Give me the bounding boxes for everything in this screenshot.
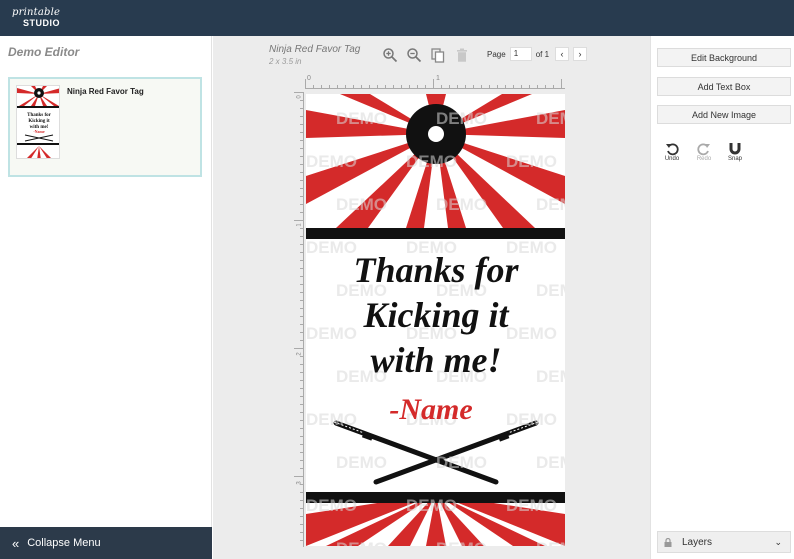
watermark-text: DEMO [306, 152, 357, 171]
watermark-text: DEMO [336, 109, 387, 128]
redo-button[interactable]: Redo [692, 142, 716, 162]
chevron-down-icon: ⌄ [774, 536, 782, 547]
delete-button[interactable] [453, 46, 471, 64]
watermark-text: DEMO [536, 281, 565, 300]
editor-title: Demo Editor [8, 45, 80, 59]
page-navigator: Page 1 of 1 ‹ › [487, 47, 588, 61]
duplicate-button[interactable] [429, 46, 447, 64]
ruler-label-0: 0 [307, 75, 311, 82]
collapse-menu-button[interactable]: « Collapse Menu [0, 527, 212, 559]
ruler-horizontal: 0 1 [305, 75, 565, 89]
top-bar: printable STUDIO [0, 0, 794, 36]
headline-line-1[interactable]: Thanks for [353, 250, 519, 290]
watermark-text: DEMO [336, 195, 387, 214]
watermark-text: DEMO [436, 453, 487, 472]
zoom-out-button[interactable] [405, 46, 423, 64]
ruler-vlabel-2: 2 [296, 352, 303, 356]
watermark-text: DEMO [506, 324, 557, 343]
svg-text:-Name: -Name [33, 129, 45, 134]
snap-label: Snap [727, 156, 742, 162]
watermark-text: DEMO [336, 453, 387, 472]
document-title: Ninja Red Favor Tag [269, 44, 361, 55]
name-text[interactable]: -Name [389, 393, 472, 426]
layers-label: Layers [682, 536, 713, 548]
redo-icon [692, 142, 716, 156]
page-thumbnail: Thanks for Kicking it with me! -Name [16, 85, 60, 159]
left-panel: Demo Editor Thanks for Kicking it with m… [0, 36, 212, 559]
canvas-area: Ninja Red Favor Tag 2 x 3.5 in Page 1 of… [213, 36, 650, 559]
snap-button[interactable]: Snap [723, 142, 747, 162]
watermark-text: DEMO [436, 539, 487, 546]
add-text-box-button[interactable]: Add Text Box [657, 77, 791, 96]
watermark-text: DEMO [536, 453, 565, 472]
zoom-out-icon [407, 48, 422, 63]
ruler-vlabel-1: 1 [296, 223, 303, 227]
watermark-text: DEMO [536, 367, 565, 386]
svg-text:Kicking it: Kicking it [28, 119, 50, 124]
lock-icon [664, 537, 672, 547]
duplicate-icon [431, 48, 445, 63]
document-size: 2 x 3.5 in [269, 57, 302, 66]
collapse-menu-label: Collapse Menu [27, 537, 101, 549]
ruler-label-1: 1 [436, 75, 440, 82]
watermark-text: DEMO [506, 496, 557, 515]
page-of-label: of 1 [535, 49, 550, 59]
double-chevron-left-icon: « [12, 535, 20, 551]
edit-background-button[interactable]: Edit Background [657, 48, 791, 67]
right-panel: Edit Background Add Text Box Add New Ima… [650, 36, 794, 559]
design-canvas[interactable]: DEMO DEMO DEMO DEMO DEMO DEMO DEMO DEMO DEMO DEMO… [306, 94, 565, 546]
trash-icon [457, 48, 467, 62]
watermark-text: DEMO [536, 539, 565, 546]
logo-text-studio: STUDIO [23, 18, 61, 28]
brand-logo[interactable]: printable STUDIO [12, 7, 72, 31]
watermark-text: DEMO [306, 496, 357, 515]
watermark-text: DEMO [436, 109, 487, 128]
undo-label: Undo [664, 156, 680, 162]
watermark-text: DEMO [336, 539, 387, 546]
page-thumbnail-card[interactable]: Thanks for Kicking it with me! -Name Nin… [8, 77, 202, 177]
undo-button[interactable]: Undo [660, 142, 684, 162]
logo-text-printable: printable [12, 7, 61, 18]
watermark-text: DEMO [436, 195, 487, 214]
watermark-text: DEMO [406, 496, 457, 515]
layers-dropdown[interactable]: Layers ⌄ [657, 531, 791, 553]
ruler-vlabel-3: 3 [296, 481, 303, 485]
next-page-button[interactable]: › [573, 47, 588, 61]
watermark-text: DEMO [536, 109, 565, 128]
watermark-text: DEMO [506, 152, 557, 171]
magnet-icon [723, 142, 747, 156]
watermark-text: DEMO [506, 410, 557, 429]
chevron-right-icon: › [578, 49, 582, 59]
add-new-image-button[interactable]: Add New Image [657, 105, 791, 124]
watermark-text: DEMO [306, 324, 357, 343]
ruler-vertical: 0 1 2 3 [284, 92, 304, 547]
previous-page-button[interactable]: ‹ [555, 47, 570, 61]
ruler-vlabel-0: 0 [296, 95, 303, 99]
watermark-text: DEMO [406, 152, 457, 171]
page-number-input[interactable]: 1 [509, 47, 532, 61]
svg-text:Thanks for: Thanks for [27, 113, 52, 118]
watermark-text: DEMO [536, 195, 565, 214]
undo-icon [660, 142, 684, 156]
zoom-in-icon [383, 48, 398, 63]
zoom-in-button[interactable] [381, 46, 399, 64]
page-label: Page [487, 49, 506, 59]
page-thumbnail-label: Ninja Red Favor Tag [67, 87, 144, 96]
watermark-text: DEMO [306, 410, 357, 429]
chevron-left-icon: ‹ [560, 49, 564, 59]
redo-label: Redo [696, 156, 712, 162]
headline-line-3[interactable]: with me! [370, 340, 501, 380]
headline-line-2[interactable]: Kicking it [362, 295, 509, 335]
watermark-text: DEMO [306, 238, 357, 257]
